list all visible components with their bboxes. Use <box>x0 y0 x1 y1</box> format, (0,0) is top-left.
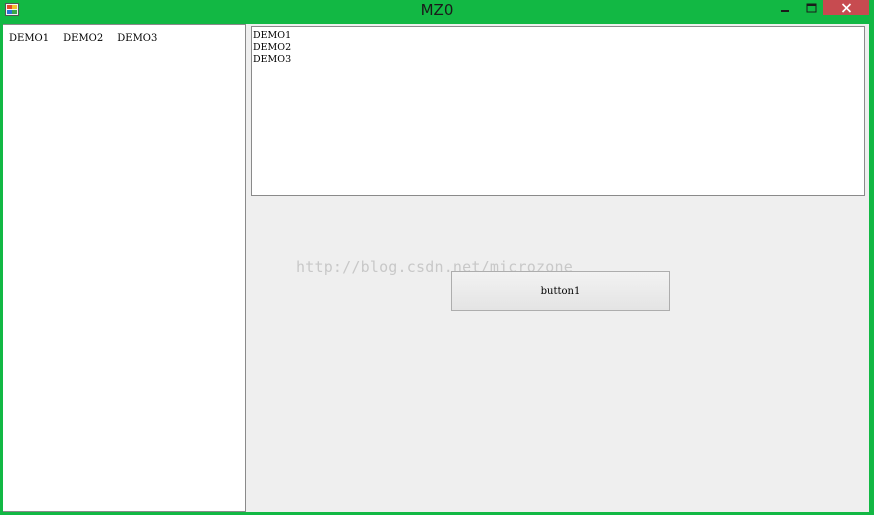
list-item[interactable]: DEMO3 <box>117 33 157 44</box>
list-item[interactable]: DEMO2 <box>63 33 103 44</box>
close-button[interactable] <box>823 0 869 15</box>
app-window: MZ0 DEMO1 DEMO2 DEMO3 DEMO1 DEMO2 DEMO3 … <box>0 0 874 515</box>
minimize-icon <box>781 10 789 12</box>
text-line: DEMO3 <box>253 54 292 65</box>
maximize-button[interactable] <box>800 0 822 16</box>
multiline-textbox[interactable]: DEMO1 DEMO2 DEMO3 <box>251 26 865 196</box>
text-line: DEMO2 <box>253 42 292 53</box>
maximize-icon <box>806 3 816 13</box>
minimize-button[interactable] <box>774 0 796 16</box>
left-list-panel[interactable]: DEMO1 DEMO2 DEMO3 <box>3 24 246 512</box>
text-line: DEMO1 <box>253 30 292 41</box>
title-bar[interactable]: MZ0 <box>0 0 874 24</box>
list-item[interactable]: DEMO1 <box>9 33 49 44</box>
button1[interactable]: button1 <box>451 271 670 311</box>
window-title: MZ0 <box>420 1 454 19</box>
textbox-content: DEMO1 DEMO2 DEMO3 <box>253 30 291 66</box>
close-icon <box>841 2 851 13</box>
left-item-list: DEMO1 DEMO2 DEMO3 <box>9 33 171 44</box>
client-area: DEMO1 DEMO2 DEMO3 DEMO1 DEMO2 DEMO3 http… <box>3 24 869 512</box>
